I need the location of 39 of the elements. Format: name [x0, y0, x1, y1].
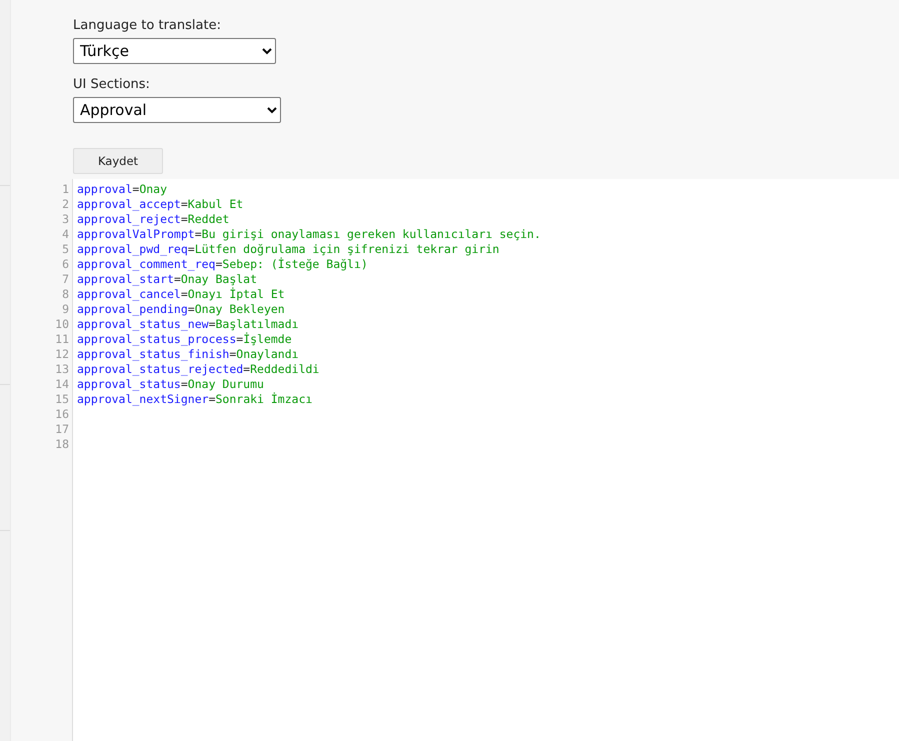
line-number: 14	[54, 377, 70, 392]
code-line: approval_status_new=Başlatılmadı	[77, 317, 299, 331]
line-number: 16	[54, 407, 70, 422]
language-label: Language to translate:	[73, 18, 221, 33]
code-line: approval_status=Onay Durumu	[77, 377, 264, 391]
code-editor[interactable]	[73, 179, 899, 741]
line-number: 5	[61, 242, 70, 257]
code-line: approval_status_process=İşlemde	[77, 332, 292, 346]
line-number: 8	[61, 287, 70, 302]
code-line: approval_pwd_req=Lütfen doğrulama için şifrenizi tekrar girin	[77, 242, 500, 256]
language-select[interactable]: Türkçe	[73, 38, 276, 64]
line-number: 3	[61, 212, 70, 227]
code-line: approval_comment_req=Sebep: (İsteğe Bağlı)	[77, 257, 368, 271]
line-number: 12	[54, 347, 70, 362]
code-line: approval_status_rejected=Reddedildi	[77, 362, 320, 376]
code-line: approvalValPrompt=Bu girişi onaylaması gereken kullanıcıları seçin.	[77, 227, 541, 241]
sections-select[interactable]: Approval	[73, 97, 281, 123]
line-number: 17	[54, 422, 70, 437]
code-line: approval_cancel=Onayı İptal Et	[77, 287, 285, 301]
line-number: 9	[61, 302, 70, 317]
line-number: 10	[54, 317, 70, 332]
line-number: 2	[61, 197, 70, 212]
line-number: 6	[61, 257, 70, 272]
line-number: 11	[54, 332, 70, 347]
sections-label: UI Sections:	[73, 77, 150, 92]
save-button[interactable]: Kaydet	[73, 148, 163, 174]
code-line: approval_start=Onay Başlat	[77, 272, 258, 286]
code-line: approval_status_finish=Onaylandı	[77, 347, 299, 361]
line-number: 7	[61, 272, 70, 287]
code-line: approval_reject=Reddet	[77, 212, 230, 226]
code-line: approval_nextSigner=Sonraki İmzacı	[77, 392, 312, 406]
code-line: approval_pending=Onay Bekleyen	[77, 302, 285, 316]
line-number: 13	[54, 362, 70, 377]
line-number: 1	[61, 182, 70, 197]
line-number: 15	[54, 392, 70, 407]
code-line: approval=Onay	[77, 182, 168, 196]
line-number: 4	[61, 227, 70, 242]
line-number: 18	[54, 437, 70, 452]
code-line: approval_accept=Kabul Et	[77, 197, 244, 211]
